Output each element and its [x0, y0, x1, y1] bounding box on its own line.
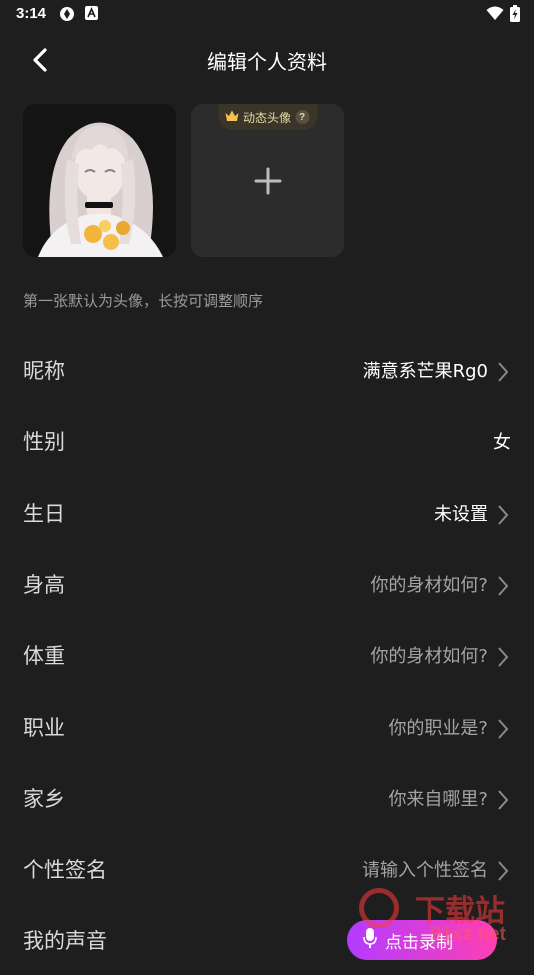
profile-row[interactable]: 个性签名 请输入个性签名: [0, 834, 534, 904]
chevron-right-icon: [498, 861, 509, 881]
avatar-hint: 第一张默认为头像，长按可调整顺序: [23, 292, 264, 310]
plus-icon: [254, 167, 281, 194]
profile-row-label: 职业: [23, 715, 65, 740]
sync-icon: [59, 6, 75, 27]
status-bar: 3:14: [0, 0, 534, 28]
record-voice-label: 点击录制: [385, 932, 453, 953]
top-bar: 编辑个人资料: [0, 30, 534, 88]
avatar-row: 动态头像 ?: [23, 104, 353, 258]
chevron-right-icon: [498, 576, 509, 596]
profile-row[interactable]: 生日 未设置: [0, 478, 534, 548]
dynamic-avatar-label: 动态头像: [242, 110, 292, 125]
profile-row-value: 请输入个性签名: [362, 860, 488, 882]
status-time: 3:14: [16, 5, 47, 22]
profile-row-label: 家乡: [23, 786, 65, 811]
profile-row-value: 满意系芒果Rg0: [362, 361, 488, 382]
chevron-right-icon: [498, 647, 509, 667]
profile-row-label: 个性签名: [23, 858, 107, 883]
profile-row-value: 女: [493, 432, 511, 454]
chevron-right-icon: [498, 718, 509, 739]
profile-row-label: 我的声音: [23, 929, 107, 954]
profile-row-label: 昵称: [23, 359, 65, 383]
profile-row[interactable]: 昵称 满意系芒果Rg0: [0, 335, 534, 405]
record-voice-button[interactable]: 点击录制: [347, 920, 497, 960]
profile-row[interactable]: 身高 你的身材如何?: [0, 549, 534, 619]
chevron-right-icon: [498, 790, 509, 810]
battery-charging-icon: [510, 5, 520, 27]
profile-row-value: 你的身材如何?: [370, 574, 488, 596]
profile-row[interactable]: 性别 女: [0, 406, 534, 476]
profile-row-value: 你的职业是?: [388, 717, 488, 739]
profile-row[interactable]: 职业 你的职业是?: [0, 692, 534, 762]
wifi-icon: [486, 6, 504, 26]
chevron-right-icon: [498, 362, 509, 382]
profile-row-label: 体重: [23, 644, 65, 669]
profile-row-label: 身高: [23, 572, 65, 597]
profile-row-value: 你来自哪里?: [388, 788, 488, 810]
chevron-right-icon: [498, 504, 509, 525]
profile-row[interactable]: 体重 你的身材如何?: [0, 620, 534, 690]
profile-row-value: 你的身材如何?: [370, 646, 488, 668]
dynamic-avatar-badge[interactable]: 动态头像 ?: [217, 104, 318, 130]
profile-row[interactable]: 家乡 你来自哪里?: [0, 763, 534, 833]
profile-row-value: 未设置: [434, 503, 488, 525]
crown-icon: [224, 109, 239, 125]
page-title: 编辑个人资料: [207, 50, 327, 74]
a-notification-icon: [85, 6, 98, 25]
avatar-photo[interactable]: [23, 104, 176, 257]
add-avatar-button[interactable]: 动态头像 ?: [191, 104, 344, 257]
microphone-icon: [363, 927, 377, 953]
profile-row-label: 性别: [23, 430, 65, 455]
avatar-image: [23, 104, 176, 257]
profile-row-label: 生日: [23, 501, 65, 526]
help-icon[interactable]: ?: [295, 110, 310, 124]
